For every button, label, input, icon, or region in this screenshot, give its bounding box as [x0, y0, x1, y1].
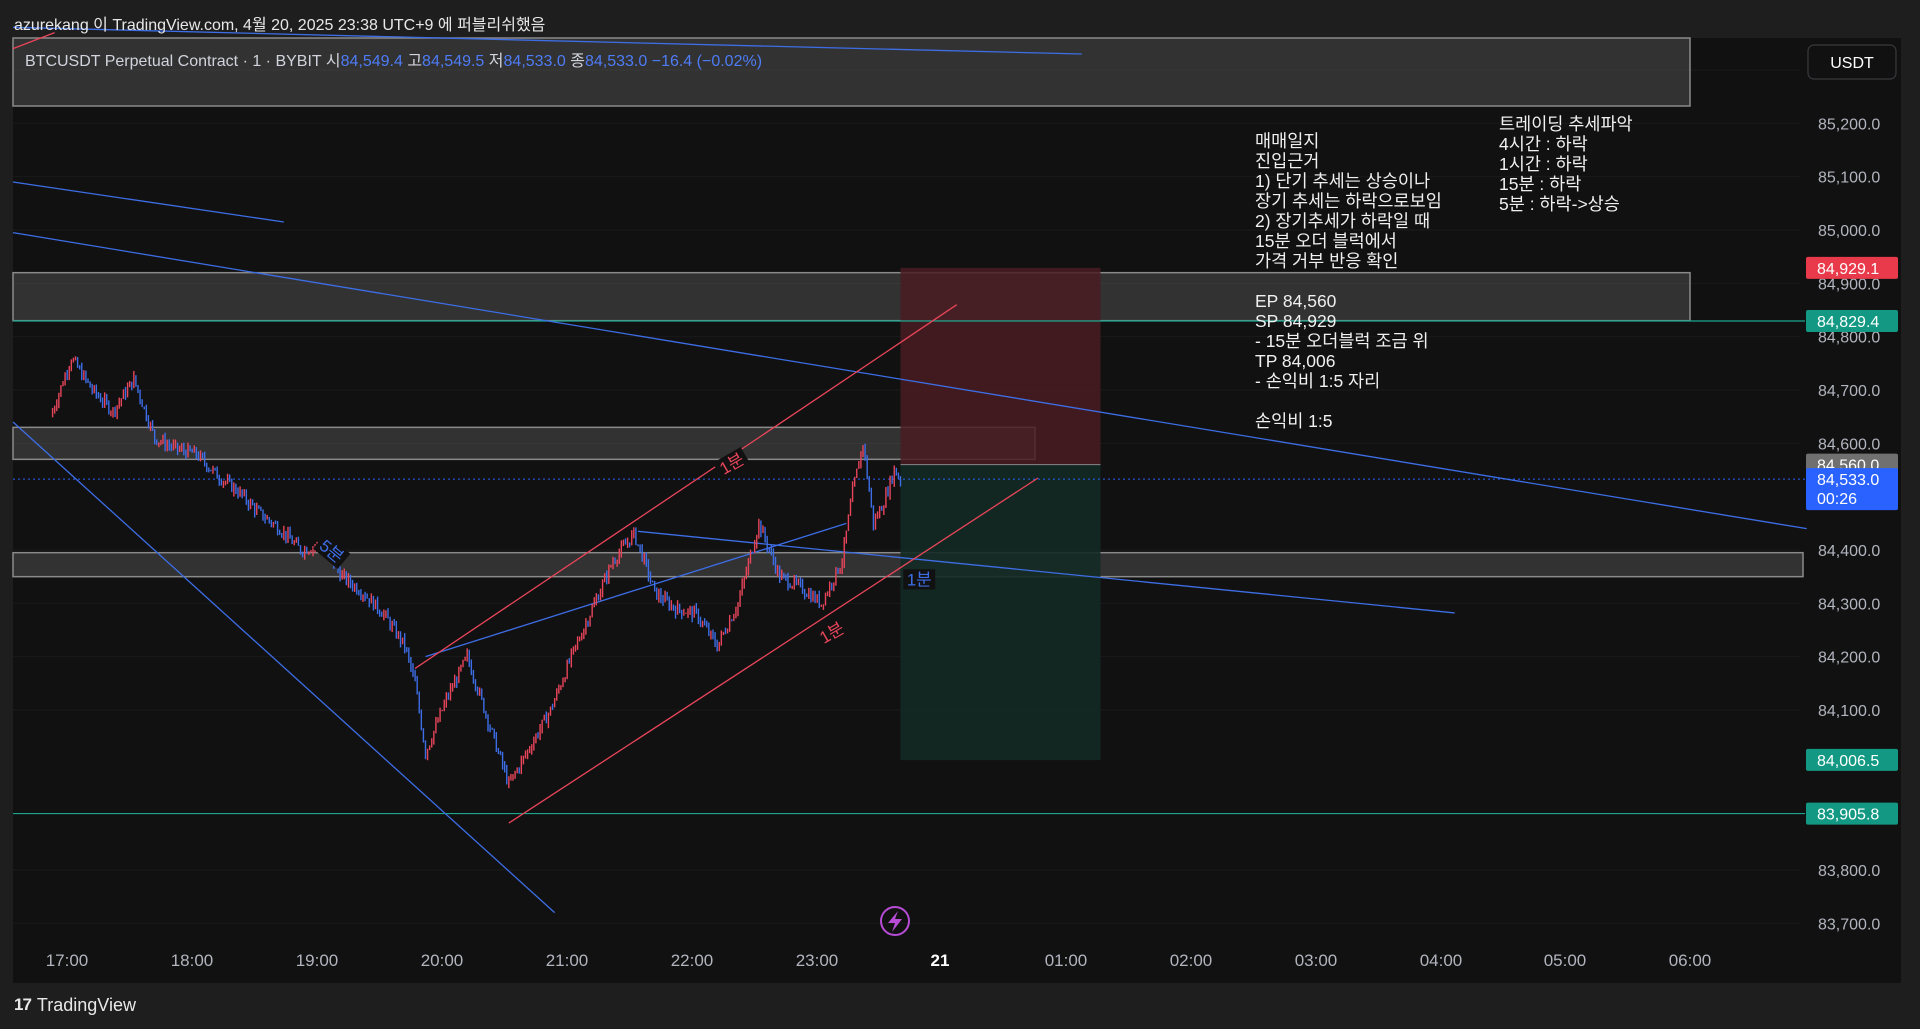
x-tick: 21:00 — [546, 951, 589, 970]
y-tick: 84,200.0 — [1818, 650, 1880, 667]
note-line: - 손익비 1:5 자리 — [1255, 371, 1380, 391]
x-tick: 05:00 — [1544, 951, 1587, 970]
y-tick: 84,600.0 — [1818, 436, 1880, 453]
trend-line: 4시간 : 하락 — [1499, 134, 1588, 154]
order-block-zone — [12, 271, 1691, 322]
y-tick: 84,700.0 — [1818, 383, 1880, 400]
order-block-zone — [12, 426, 1036, 461]
x-tick: 02:00 — [1170, 951, 1213, 970]
take-profit-zone — [900, 464, 1101, 761]
x-tick: 22:00 — [671, 951, 714, 970]
legend-part: 84,549.4 — [341, 53, 408, 70]
note-line: 가격 거부 반응 확인 — [1255, 251, 1398, 271]
legend-part: 고 — [407, 53, 422, 70]
trend-line: 5분 : 하락->상승 — [1499, 194, 1620, 214]
y-tick: 85,200.0 — [1818, 116, 1880, 133]
price-badge-text: 84,006.5 — [1817, 753, 1879, 770]
x-tick: 17:00 — [46, 951, 89, 970]
y-tick: 83,800.0 — [1818, 863, 1880, 880]
x-tick: 19:00 — [296, 951, 339, 970]
currency-button[interactable]: USDT — [1807, 44, 1897, 80]
note-line: 2) 장기추세가 하락일 때 — [1255, 211, 1430, 231]
note-line: TP 84,006 — [1255, 351, 1335, 371]
line-label: 1분 — [907, 570, 932, 589]
note-line: 15분 오더 블럭에서 — [1255, 231, 1397, 251]
y-tick: 84,400.0 — [1818, 543, 1880, 560]
y-tick: 85,100.0 — [1818, 170, 1880, 187]
price-badge-text: 83,905.8 — [1817, 807, 1879, 824]
legend-part: −16.4 (−0.02%) — [652, 53, 762, 70]
note-line: EP 84,560 — [1255, 291, 1337, 311]
publish-info-bar: azurekang 이 TradingView.com, 4월 20, 2025… — [0, 0, 1920, 38]
x-tick: 06:00 — [1669, 951, 1712, 970]
countdown-text: 00:26 — [1817, 491, 1857, 508]
x-tick: 20:00 — [421, 951, 464, 970]
legend-bar: BTCUSDT Perpetual Contract · 1 · BYBIT 시… — [25, 52, 762, 70]
trend-line: 1시간 : 하락 — [1499, 154, 1588, 174]
x-tick: 23:00 — [796, 951, 839, 970]
price-chart[interactable]: 5분1분1분1분 매매일지진입근거1) 단기 추세는 상승이나장기 추세는 하락… — [0, 0, 1920, 1029]
y-tick: 84,300.0 — [1818, 596, 1880, 613]
trend-line: 트레이딩 추세파악 — [1499, 114, 1633, 134]
x-tick: 03:00 — [1295, 951, 1338, 970]
x-tick: 21 — [931, 951, 950, 970]
note-line: 장기 추세는 하락으로보임 — [1255, 191, 1442, 211]
y-tick: 83,700.0 — [1818, 916, 1880, 933]
short-position-tool[interactable] — [900, 267, 1101, 761]
price-badge-text: 84,829.4 — [1817, 314, 1879, 331]
stop-loss-zone — [900, 267, 1101, 465]
currency-button-label: USDT — [1830, 55, 1874, 72]
note-line: 1) 단기 추세는 상승이나 — [1255, 171, 1430, 191]
legend-part: 시 — [326, 53, 341, 70]
footer-brand[interactable]: 17 TradingView — [14, 992, 136, 1018]
legend-part: 저 — [489, 52, 504, 70]
y-tick: 84,100.0 — [1818, 703, 1880, 720]
x-tick: 04:00 — [1420, 951, 1463, 970]
tradingview-logo-icon: 17 — [14, 995, 32, 1014]
y-tick: 85,000.0 — [1818, 223, 1880, 240]
trend-line: 15분 : 하락 — [1499, 174, 1581, 194]
legend-part: 84,549.5 — [422, 53, 489, 70]
x-tick: 18:00 — [171, 951, 214, 970]
legend-part: 84,533.0 — [585, 53, 652, 70]
note-line: SP 84,929 — [1255, 311, 1336, 331]
legend-text: BTCUSDT Perpetual Contract · 1 · BYBIT 시… — [25, 52, 762, 70]
publish-info-text: azurekang 이 TradingView.com, 4월 20, 2025… — [14, 17, 546, 34]
legend-part: 84,533.0 — [504, 53, 571, 70]
note-line: - 15분 오더블럭 조금 위 — [1255, 331, 1429, 351]
y-tick: 84,800.0 — [1818, 330, 1880, 347]
x-tick: 01:00 — [1045, 951, 1088, 970]
note-line: 손익비 1:5 — [1255, 411, 1333, 431]
note-line: 매매일지 — [1255, 131, 1319, 151]
note-line: 진입근거 — [1255, 151, 1319, 171]
tradingview-brand-text: TradingView — [36, 994, 136, 1015]
price-badge-text: 84,533.0 — [1817, 472, 1879, 489]
price-badge-text: 84,929.1 — [1817, 261, 1879, 278]
y-tick: 84,900.0 — [1818, 276, 1880, 293]
legend-part: 종 — [570, 53, 585, 70]
legend-part: BTCUSDT Perpetual Contract · 1 · BYBIT — [25, 53, 326, 70]
